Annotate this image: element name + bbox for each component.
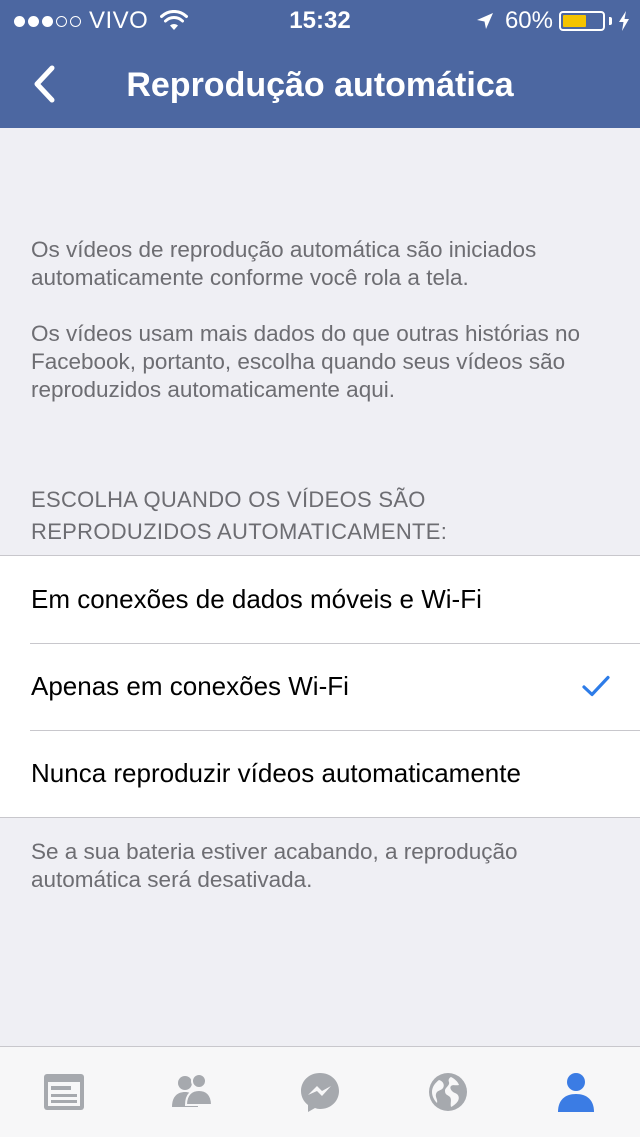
section-header: ESCOLHA QUANDO OS VÍDEOS SÃO REPRODUZIDO… [31,487,448,544]
status-bar: VIVO 15:32 60% [0,0,640,40]
option-label: Nunca reproduzir vídeos automaticamente [31,758,521,788]
profile-icon [558,1073,594,1112]
option-label: Em conexões de dados móveis e Wi-Fi [31,584,482,614]
header: VIVO 15:32 60% Reprodução automática [0,0,640,128]
charging-bolt-icon [619,11,629,31]
battery-percent: 60% [504,7,553,34]
globe-icon [429,1073,467,1111]
location-arrow-icon [476,13,493,29]
option-mobile-data-and-wifi[interactable]: Em conexões de dados móveis e Wi-Fi [0,556,640,643]
option-wifi-only[interactable]: Apenas em conexões Wi-Fi [0,643,640,730]
nav-bar: Reprodução automática [0,40,640,128]
tab-friends[interactable] [128,1047,256,1137]
description-paragraph-1: Os vídeos de reprodução automática são i… [31,237,537,290]
friends-icon [172,1073,214,1107]
battery-icon [559,11,605,31]
tab-bar [0,1046,640,1137]
tab-notifications[interactable] [384,1047,512,1137]
autoplay-options-list: Em conexões de dados móveis e Wi-Fi Apen… [0,555,640,818]
description-paragraph-2: Os vídeos usam mais dados do que outras … [31,321,581,402]
option-never-autoplay[interactable]: Nunca reproduzir vídeos automaticamente [0,730,640,817]
tab-news-feed[interactable] [0,1047,128,1137]
messenger-icon [301,1073,339,1112]
battery-level [563,15,586,27]
battery-footer-note: Se a sua bateria estiver acabando, a rep… [31,839,518,892]
tab-profile[interactable] [512,1047,640,1137]
status-right: 60% [475,7,630,35]
tab-messenger[interactable] [256,1047,384,1137]
news-feed-icon [44,1074,84,1110]
page-title: Reprodução automática [126,66,514,104]
checkmark-icon [582,675,610,697]
option-label: Apenas em conexões Wi-Fi [31,671,349,701]
